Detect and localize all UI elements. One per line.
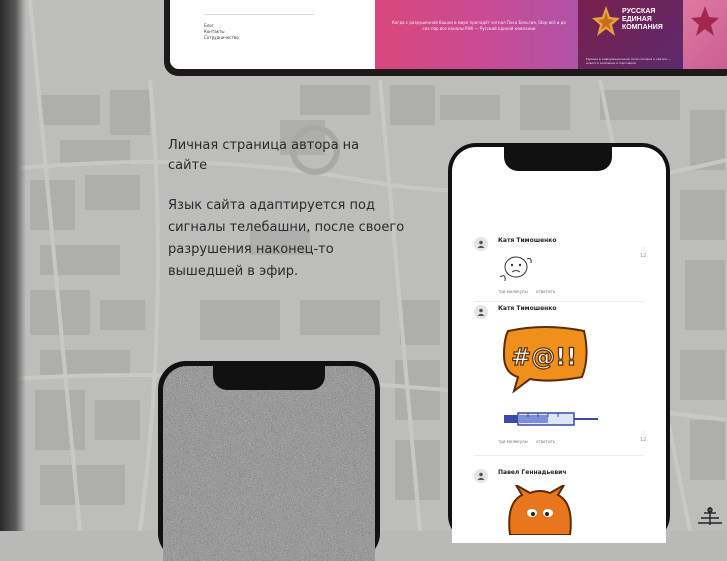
phone-screen: Катя Тимошенко три молекулы ответить ♡ 1… [452, 147, 666, 543]
site-sidebar: Блог Контакты Сотрудничество [170, 0, 375, 69]
comment-item: Павел Геннадьевич [474, 469, 650, 543]
company-logo-card: РУССКАЯ ЕДИНАЯ КОМПАНИЯ Единые в информа… [578, 0, 683, 69]
comment-item: Катя Тимошенко #@!! три молекулы ответит… [474, 305, 650, 451]
like-counter[interactable]: ♡ 12 [640, 247, 646, 259]
comment-actions: три молекулы ответить [498, 289, 562, 294]
noise-pattern [163, 366, 375, 561]
comment-actions: три молекулы ответить [498, 439, 562, 444]
phone-notch [504, 147, 612, 171]
like-counter[interactable]: ♡ 12 [640, 431, 646, 443]
site-banner: Когда с разрушенной башни в мире пропадё… [375, 0, 578, 69]
website-preview-panel: Блог Контакты Сотрудничество Когда с раз… [164, 0, 727, 76]
left-edge-shadow [0, 0, 26, 531]
reaction-link[interactable]: три молекулы [498, 289, 528, 294]
partial-logo-card [683, 0, 727, 69]
star-logo-icon [691, 6, 719, 36]
divider [474, 301, 644, 302]
svg-text:#@!!: #@!! [511, 343, 577, 371]
section-heading: Личная страница автора на сайте [168, 138, 360, 173]
face-sticker [499, 256, 532, 282]
user-icon [477, 308, 485, 316]
menu-item-cooperation[interactable]: Сотрудничество [204, 35, 239, 41]
phone-mockup-static [158, 361, 380, 561]
phone-notch [213, 366, 325, 390]
reaction-link[interactable]: три молекулы [498, 439, 528, 444]
tower-logo-icon [698, 507, 722, 525]
avatar[interactable] [474, 305, 488, 319]
comment-author[interactable]: Катя Тимошенко [498, 305, 556, 312]
avatar[interactable] [474, 469, 488, 483]
star-logo-icon [592, 6, 620, 36]
avatar[interactable] [474, 237, 488, 251]
speech-bubble-sticker: #@!! [502, 326, 588, 394]
comment-item: Катя Тимошенко три молекулы ответить ♡ 1… [474, 237, 650, 297]
section-description: Язык сайта адаптируется под сигналы теле… [168, 198, 405, 279]
syringe-sticker [504, 412, 598, 426]
divider [474, 455, 644, 456]
logo-caption: Единые в информационном поле сегодня и з… [586, 57, 671, 65]
user-icon [477, 472, 485, 480]
site-menu: Блог Контакты Сотрудничество [204, 23, 239, 41]
logo-text: РУССКАЯ ЕДИНАЯ КОМПАНИЯ [622, 8, 663, 31]
phone-mockup-comments: Катя Тимошенко три молекулы ответить ♡ 1… [448, 143, 670, 543]
comment-author[interactable]: Катя Тимошенко [498, 237, 556, 244]
tv-static-screen [163, 366, 375, 561]
comment-author[interactable]: Павел Геннадьевич [498, 469, 566, 476]
devil-sticker [508, 485, 572, 535]
reply-link[interactable]: ответить [536, 439, 555, 444]
banner-text: Когда с разрушенной башни в мире пропадё… [391, 20, 566, 31]
reply-link[interactable]: ответить [536, 289, 555, 294]
user-icon [477, 240, 485, 248]
